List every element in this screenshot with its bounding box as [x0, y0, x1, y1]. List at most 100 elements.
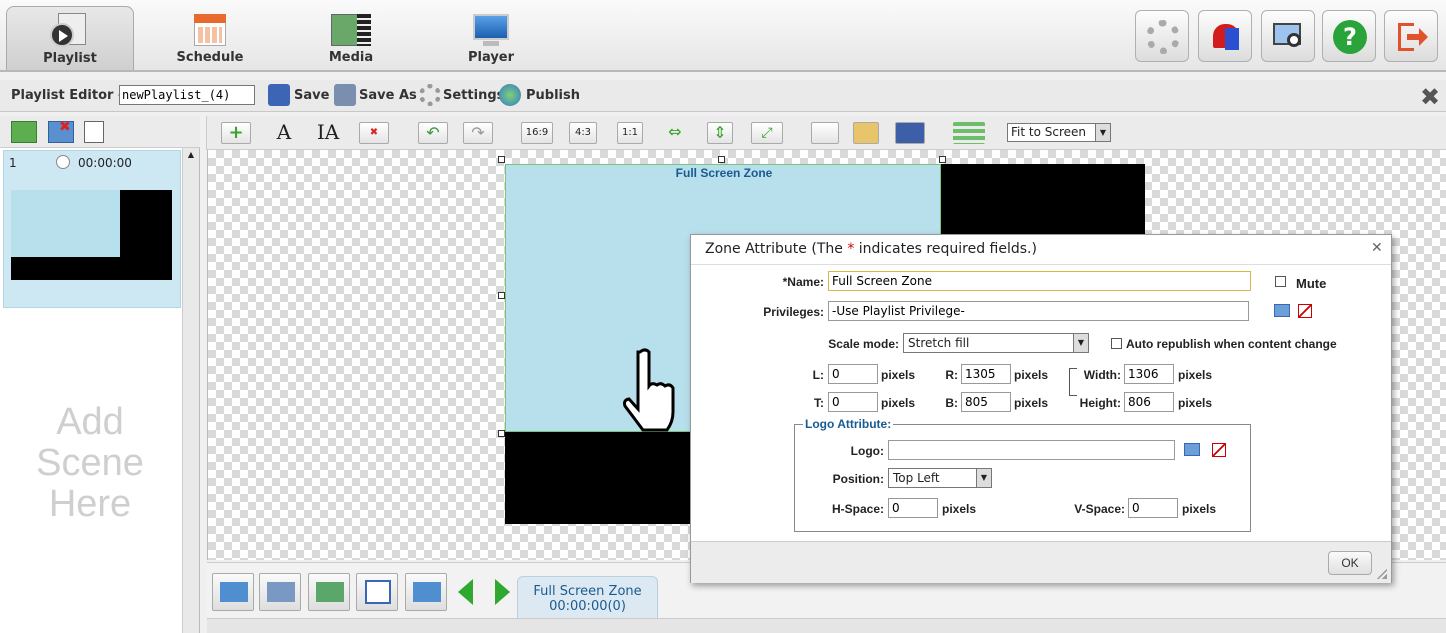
scene-item[interactable]: 1 00:00:00	[3, 150, 181, 308]
copy-scene-icon[interactable]	[84, 121, 104, 143]
fit-mode-select[interactable]: Fit to Screen ▼	[1007, 123, 1111, 142]
paste-button[interactable]	[853, 122, 879, 144]
undo-button[interactable]: ↶	[418, 122, 448, 144]
tab-playlist[interactable]: Playlist	[6, 6, 134, 70]
logo-browse-icon[interactable]	[1184, 443, 1200, 456]
l-label: L:	[812, 368, 824, 382]
chevron-down-icon[interactable]: ▼	[1073, 334, 1088, 352]
width-input[interactable]	[1124, 364, 1174, 384]
l-unit: pixels	[881, 368, 916, 382]
dialog-footer: OK	[691, 541, 1391, 583]
publish-button[interactable]: Publish	[526, 88, 580, 103]
save-button[interactable]: Save	[294, 88, 329, 103]
monitor-search-button[interactable]	[1261, 10, 1315, 62]
resize-handle-ne[interactable]	[939, 156, 946, 163]
fullscreen-zone-button[interactable]: ⤢	[751, 122, 783, 144]
position-select[interactable]: Top Left ▼	[888, 468, 992, 488]
redo-button[interactable]: ↷	[463, 122, 493, 144]
scroll-up-icon[interactable]: ▲	[185, 150, 197, 162]
delete-scene-icon[interactable]: ✖	[48, 119, 74, 143]
image-wizard-button[interactable]	[259, 573, 301, 611]
r-input[interactable]	[961, 364, 1011, 384]
scale-mode-label: Scale mode:	[828, 337, 899, 351]
image-swap-icon	[316, 582, 344, 602]
text-add-icon: A	[276, 120, 292, 144]
dialog-title-prefix: Zone Attribute (The	[705, 241, 848, 257]
add-zone-button[interactable]: +	[221, 122, 251, 144]
l-input[interactable]	[828, 364, 878, 384]
browse-folder-icon[interactable]	[1274, 304, 1290, 317]
gear-icon	[1146, 20, 1180, 54]
delete-zone-button[interactable]: ✖	[359, 122, 389, 144]
edit-image-button[interactable]	[356, 573, 398, 611]
b-input[interactable]	[961, 392, 1011, 412]
playlist-name-input[interactable]	[119, 85, 255, 105]
canvas-horizontal-scrollbar[interactable]	[207, 618, 1446, 633]
auto-republish-checkbox[interactable]	[1111, 338, 1122, 349]
tab-schedule[interactable]: Schedule	[146, 6, 274, 70]
t-label: T:	[814, 396, 824, 410]
clear-icon[interactable]	[1298, 304, 1312, 318]
layer-windows-button[interactable]	[895, 122, 925, 144]
add-image-button[interactable]	[212, 573, 254, 611]
v-space-input[interactable]	[1128, 498, 1178, 518]
resize-handle-w[interactable]	[498, 292, 505, 299]
chevron-down-icon[interactable]: ▼	[1095, 124, 1110, 141]
name-input[interactable]	[828, 271, 1251, 291]
calendar-icon	[190, 12, 230, 46]
ratio-4-3-button[interactable]: 4:3	[569, 122, 597, 144]
height-input[interactable]	[1124, 392, 1174, 412]
aspect-lock-icon[interactable]	[1069, 368, 1077, 396]
help-button[interactable]: ?	[1322, 10, 1376, 62]
close-editor-icon[interactable]: ✖	[1420, 83, 1440, 111]
ticker-add-icon: IA	[316, 120, 340, 144]
save-as-icon	[334, 84, 356, 106]
logo-clear-icon[interactable]	[1212, 443, 1226, 457]
next-arrow-icon[interactable]	[495, 579, 510, 605]
mute-checkbox[interactable]	[1275, 276, 1286, 287]
add-scene-icon[interactable]	[11, 121, 37, 143]
settings-button[interactable]	[1135, 10, 1189, 62]
clock-icon	[56, 155, 70, 169]
chevron-down-icon[interactable]: ▼	[976, 469, 991, 487]
settings-link[interactable]: Settings	[443, 88, 504, 103]
image-wand-icon	[267, 582, 295, 602]
plus-icon: +	[228, 122, 244, 143]
resize-handle-sw[interactable]	[498, 430, 505, 437]
fit-width-button[interactable]: ⇔	[659, 122, 691, 144]
scene-tab[interactable]: Full Screen Zone 00:00:00(0)	[517, 576, 658, 618]
remove-image-button[interactable]	[405, 573, 447, 611]
resize-grip-icon[interactable]	[1377, 569, 1387, 579]
fit-height-button[interactable]: ⇕	[707, 122, 733, 144]
close-icon[interactable]: ✕	[1371, 240, 1383, 256]
privileges-input[interactable]	[828, 301, 1249, 321]
scene-list-scrollbar[interactable]: ▲	[182, 148, 199, 633]
resize-handle-n[interactable]	[718, 156, 725, 163]
logout-button[interactable]	[1384, 10, 1438, 62]
settings-gear-icon	[419, 84, 441, 106]
resize-handle-nw[interactable]	[498, 156, 505, 163]
previous-arrow-icon[interactable]	[458, 579, 473, 605]
alert-button[interactable]	[1198, 10, 1252, 62]
position-value: Top Left	[893, 471, 940, 485]
add-ticker-zone-button[interactable]: IA	[311, 122, 345, 144]
h-space-input[interactable]	[888, 498, 938, 518]
layers-button[interactable]	[953, 122, 985, 144]
save-as-button[interactable]: Save As	[359, 88, 417, 103]
alarm-light-icon	[1209, 20, 1243, 54]
scale-mode-select[interactable]: Stretch fill ▼	[903, 333, 1089, 353]
tab-player[interactable]: Player	[427, 6, 555, 70]
ok-button[interactable]: OK	[1328, 551, 1372, 575]
blank-zone-button[interactable]	[811, 122, 839, 144]
logo-input[interactable]	[888, 440, 1175, 460]
ratio-1-1-button[interactable]: 1:1	[617, 122, 643, 144]
dialog-title-suffix: indicates required fields.)	[854, 241, 1037, 257]
image-add-icon	[220, 582, 248, 602]
image-swap-button[interactable]	[308, 573, 350, 611]
t-input[interactable]	[828, 392, 878, 412]
zone-label: Full Screen Zone	[675, 166, 773, 180]
add-text-zone-button[interactable]: A	[269, 122, 299, 144]
tab-media[interactable]: Media	[287, 6, 415, 70]
ratio-16-9-button[interactable]: 16:9	[521, 122, 553, 144]
privileges-label: Privileges:	[763, 305, 824, 319]
